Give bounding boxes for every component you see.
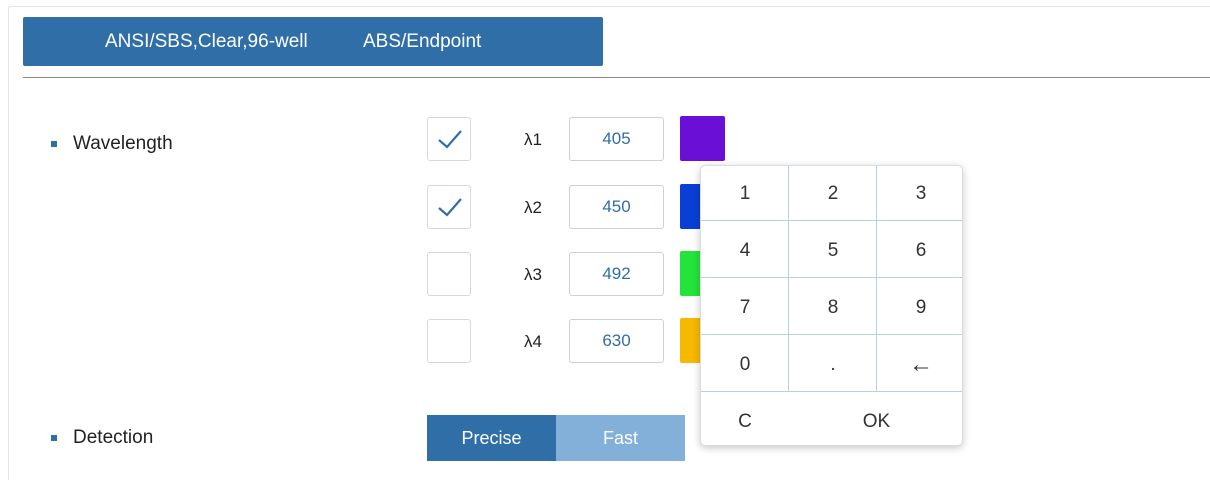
- bullet-icon: [51, 435, 57, 441]
- wavelength-1-input[interactable]: 405: [569, 117, 664, 161]
- lambda-2-label: λ2: [524, 198, 542, 217]
- detection-fast-button[interactable]: Fast: [556, 415, 685, 461]
- key-backspace[interactable]: ←: [877, 337, 962, 393]
- key-8[interactable]: 8: [789, 280, 877, 336]
- wavelength-1-checkbox[interactable]: [427, 117, 471, 161]
- wavelength-row-label: Wavelength: [51, 133, 173, 155]
- wavelength-3-checkbox[interactable]: [427, 252, 471, 296]
- key-clear[interactable]: C: [701, 394, 789, 445]
- lambda-1-label: λ1: [524, 130, 542, 149]
- plate-type-label: ANSI/SBS,Clear,96-well: [105, 31, 308, 52]
- checkmark-icon: [438, 198, 462, 217]
- wavelength-4-input[interactable]: 630: [569, 319, 664, 363]
- method-header-bar: ANSI/SBS,Clear,96-well ABS/Endpoint: [23, 17, 603, 66]
- lambda-3-label: λ3: [524, 265, 542, 284]
- key-3[interactable]: 3: [877, 166, 962, 222]
- wavelength-3-input[interactable]: 492: [569, 252, 664, 296]
- wavelength-2-input[interactable]: 450: [569, 185, 664, 229]
- key-4[interactable]: 4: [701, 223, 789, 279]
- lambda-4-label: λ4: [524, 332, 542, 351]
- key-7[interactable]: 7: [701, 280, 789, 336]
- detection-row-label: Detection: [51, 427, 153, 449]
- key-2[interactable]: 2: [789, 166, 877, 222]
- key-ok[interactable]: OK: [789, 394, 962, 445]
- numeric-keypad: 1 2 3 4 5 6 7 8 9 0 . ← C OK: [700, 165, 963, 446]
- wavelength-1-color-swatch[interactable]: [680, 116, 725, 161]
- wavelength-label: Wavelength: [73, 133, 173, 154]
- bullet-icon: [51, 141, 57, 147]
- wavelength-2-checkbox[interactable]: [427, 185, 471, 229]
- key-decimal[interactable]: .: [789, 337, 877, 393]
- detection-precise-button[interactable]: Precise: [427, 415, 556, 461]
- key-0[interactable]: 0: [701, 337, 789, 393]
- key-9[interactable]: 9: [877, 280, 962, 336]
- key-5[interactable]: 5: [789, 223, 877, 279]
- detection-label: Detection: [73, 427, 154, 448]
- checkmark-icon: [438, 130, 462, 149]
- wavelength-4-checkbox[interactable]: [427, 319, 471, 363]
- key-6[interactable]: 6: [877, 223, 962, 279]
- header-divider: [23, 77, 1210, 78]
- key-1[interactable]: 1: [701, 166, 789, 222]
- read-mode-label: ABS/Endpoint: [363, 31, 482, 52]
